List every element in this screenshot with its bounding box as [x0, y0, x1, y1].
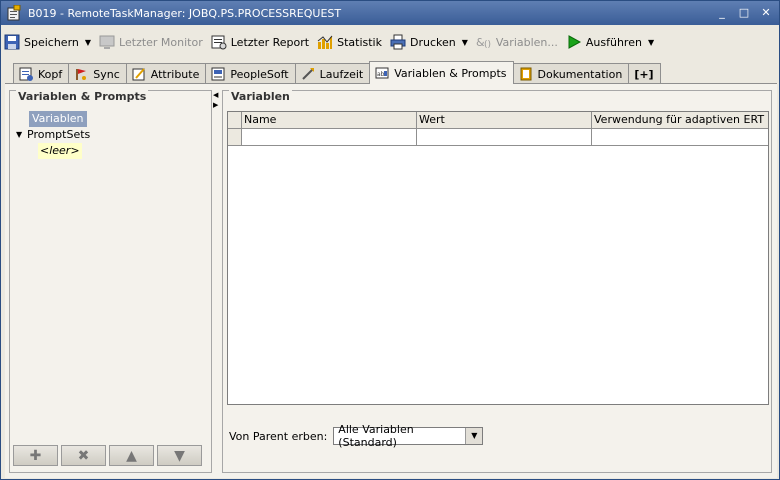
tab-add[interactable]: [+] [628, 63, 661, 84]
runtime-icon [301, 67, 315, 81]
tab-variablen-prompts[interactable]: ab Variablen & Prompts [369, 61, 514, 84]
printer-icon [390, 34, 406, 50]
variables-icon: &() [476, 34, 492, 50]
print-label: Drucken [410, 35, 456, 49]
window-title: B019 - RemoteTaskManager: JOBQ.PS.PROCES… [28, 6, 342, 20]
attribute-icon [132, 67, 146, 81]
variables-prompts-icon: ab [375, 66, 389, 80]
column-header-verwendung[interactable]: Verwendung für adaptiven ERT als [592, 112, 766, 128]
row-header[interactable] [228, 129, 242, 145]
statistics-label: Statistik [337, 35, 382, 49]
variables-table[interactable]: Name Wert Verwendung für adaptiven ERT a… [227, 111, 769, 405]
table-header: Name Wert Verwendung für adaptiven ERT a… [228, 112, 768, 129]
panel-title: Variablen & Prompts [16, 90, 149, 103]
tab-sync[interactable]: Sync [68, 63, 127, 84]
tree-view: Variablen ▼ PromptSets <leer> [16, 111, 90, 159]
main-window: B019 - RemoteTaskManager: JOBQ.PS.PROCES… [0, 0, 780, 480]
chevron-down-icon[interactable]: ▼ [465, 428, 483, 444]
execute-dropdown-arrow[interactable]: ▼ [648, 38, 654, 47]
print-button[interactable]: Drucken ▼ [387, 31, 471, 53]
tab-laufzeit[interactable]: Laufzeit [294, 63, 371, 84]
header-icon [19, 67, 33, 81]
svg-text:(): () [484, 40, 491, 50]
monitor-icon [99, 34, 115, 50]
app-icon [6, 5, 22, 21]
tab-content: Variablen & Prompts Variablen ▼ PromptSe… [5, 83, 777, 478]
last-report-button[interactable]: Letzter Report [208, 31, 312, 53]
collapse-left-icon[interactable]: ◀ [213, 90, 221, 100]
last-monitor-button[interactable]: Letzter Monitor [96, 31, 206, 53]
execute-label: Ausführen [585, 35, 642, 49]
floppy-disk-icon [4, 34, 20, 50]
save-label: Speichern [24, 35, 79, 49]
last-report-label: Letzter Report [230, 35, 310, 49]
move-up-button[interactable]: ▲ [109, 445, 154, 466]
inherit-row: Von Parent erben: Alle Variablen (Standa… [229, 423, 484, 449]
inherit-label: Von Parent erben: [229, 429, 328, 443]
column-header-name[interactable]: Name [242, 112, 417, 128]
play-icon [566, 34, 582, 50]
title-bar[interactable]: B019 - RemoteTaskManager: JOBQ.PS.PROCES… [1, 1, 779, 25]
variables-button[interactable]: &() Variablen... [473, 31, 561, 53]
arrow-down-icon: ▼ [174, 447, 185, 464]
last-monitor-label: Letzter Monitor [119, 35, 203, 49]
report-icon [211, 34, 227, 50]
tab-kopf[interactable]: Kopf [13, 63, 70, 84]
cell-verwendung[interactable] [592, 129, 766, 145]
row-header-corner [228, 112, 242, 128]
save-dropdown-arrow[interactable]: ▼ [85, 38, 91, 47]
print-dropdown-arrow[interactable]: ▼ [462, 38, 468, 47]
add-button[interactable]: ✚ [13, 445, 58, 466]
tab-peoplesoft[interactable]: PeopleSoft [205, 63, 296, 84]
tree-item-variablen[interactable]: Variablen [29, 111, 90, 127]
minimize-button[interactable]: _ [715, 6, 729, 20]
tab-attribute[interactable]: Attribute [125, 63, 207, 84]
panel-splitter[interactable]: ◀ ▶ [213, 90, 221, 110]
tree-buttons: ✚ ✖ ▲ ▼ [13, 445, 202, 466]
variables-panel: Variablen Name Wert Verwendung für adapt… [222, 90, 772, 473]
tab-bar: Kopf Sync Attribute PeopleSoft Laufzeit … [13, 61, 661, 84]
chart-icon [317, 34, 333, 50]
column-header-wert[interactable]: Wert [417, 112, 592, 128]
tree-item-promptsets[interactable]: ▼ PromptSets [16, 127, 90, 143]
save-button[interactable]: Speichern ▼ [1, 31, 94, 53]
table-row[interactable] [228, 129, 768, 146]
peoplesoft-icon [211, 67, 225, 81]
maximize-button[interactable]: □ [737, 6, 751, 20]
delete-icon: ✖ [77, 447, 90, 464]
toolbar: Speichern ▼ Letzter Monitor Letzter Repo… [1, 29, 779, 55]
close-button[interactable]: ✕ [759, 6, 773, 20]
expand-right-icon[interactable]: ▶ [213, 100, 221, 110]
plus-icon: ✚ [29, 447, 42, 464]
tab-dokumentation[interactable]: Dokumentation [512, 63, 630, 84]
tree-item-empty[interactable]: <leer> [16, 143, 90, 159]
statistics-button[interactable]: Statistik [314, 31, 385, 53]
execute-button[interactable]: Ausführen ▼ [563, 31, 657, 53]
expand-arrow-icon[interactable]: ▼ [16, 127, 27, 143]
cell-name[interactable] [242, 129, 417, 145]
variables-label: Variablen... [495, 35, 558, 49]
arrow-up-icon: ▲ [126, 447, 137, 464]
inherit-select-value: Alle Variablen (Standard) [338, 423, 414, 449]
documentation-icon [519, 67, 533, 81]
sync-icon [74, 67, 88, 81]
move-down-button[interactable]: ▼ [157, 445, 202, 466]
cell-wert[interactable] [417, 129, 592, 145]
delete-button[interactable]: ✖ [61, 445, 106, 466]
panel-title: Variablen [229, 90, 292, 103]
variables-prompts-panel: Variablen & Prompts Variablen ▼ PromptSe… [9, 90, 212, 473]
inherit-select[interactable]: Alle Variablen (Standard) ▼ [333, 423, 484, 449]
svg-text:ab: ab [377, 71, 385, 78]
